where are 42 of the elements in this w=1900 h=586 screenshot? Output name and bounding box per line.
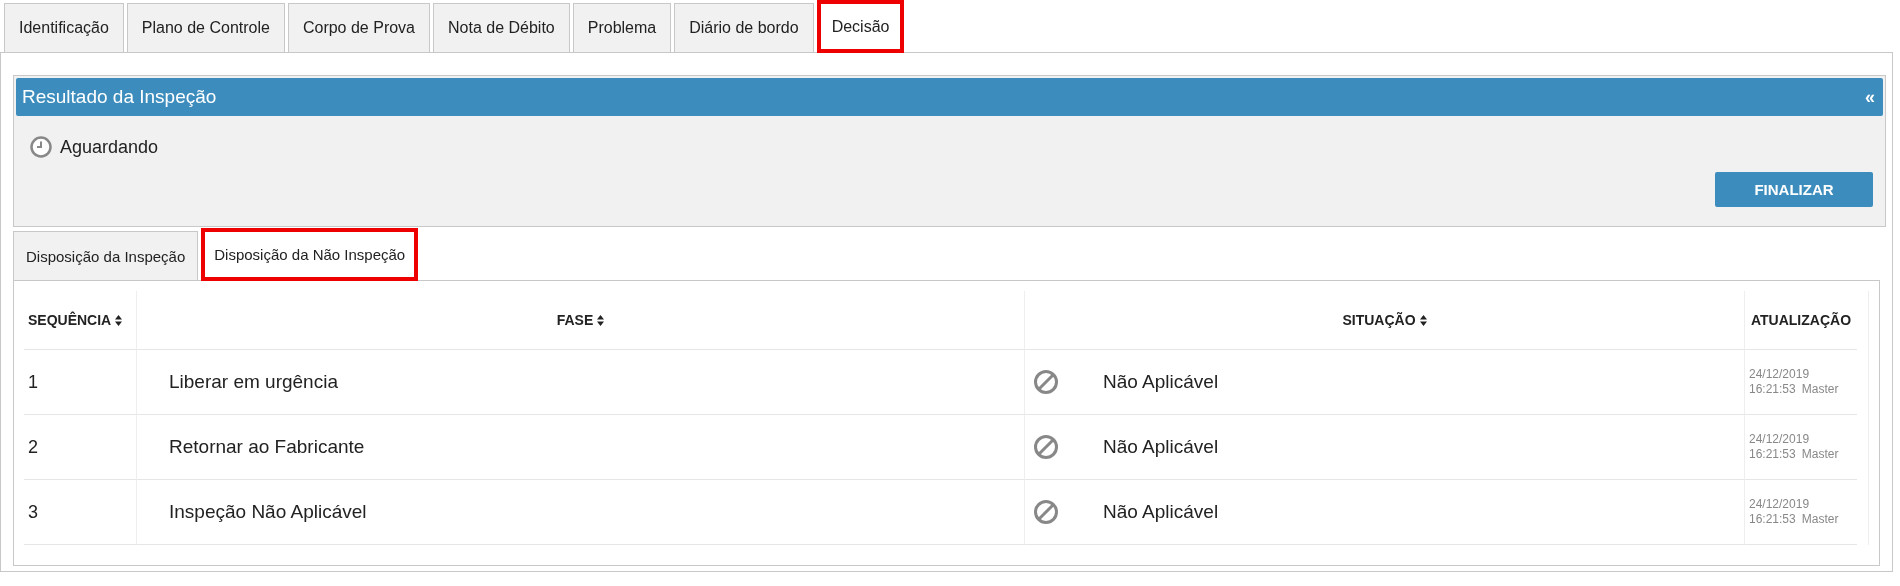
- update-user: Master: [1801, 512, 1839, 527]
- table-cell: Liberar em urgência: [169, 371, 338, 393]
- tab[interactable]: Problema: [572, 3, 672, 53]
- update-date: 24/12/2019: [1749, 367, 1811, 382]
- tab[interactable]: Corpo de Prova: [287, 3, 430, 53]
- column-header[interactable]: SEQUÊNCIA: [24, 291, 136, 350]
- column-header[interactable]: FASE: [136, 291, 1024, 350]
- table-cell: 1: [28, 371, 38, 393]
- tab[interactable]: Diário de bordo: [674, 3, 814, 53]
- prohibited-icon: [1033, 369, 1059, 395]
- tab[interactable]: Identificação: [4, 3, 124, 53]
- sort-icon[interactable]: [115, 314, 123, 326]
- update-date: 24/12/2019: [1749, 432, 1811, 447]
- update-date: 24/12/2019: [1749, 497, 1811, 512]
- table-cell: Não Aplicável: [1103, 436, 1219, 458]
- update-time: 16:21:53: [1749, 512, 1796, 527]
- clock-icon: [30, 136, 52, 158]
- table-cell: 3: [28, 501, 38, 523]
- table-cell: Inspeção Não Aplicável: [169, 501, 367, 523]
- tab[interactable]: Nota de Débito: [433, 3, 570, 53]
- tab[interactable]: Disposição da Inspeção: [13, 231, 199, 281]
- panel-title: Resultado da Inspeção: [22, 86, 217, 108]
- table-cell: 2: [28, 436, 38, 458]
- collapse-button[interactable]: «: [1865, 86, 1875, 108]
- update-user: Master: [1801, 447, 1839, 462]
- table-cell: Não Aplicável: [1103, 371, 1219, 393]
- finalize-button[interactable]: FINALIZAR: [1715, 172, 1873, 207]
- table-cell: Não Aplicável: [1103, 501, 1219, 523]
- tab[interactable]: Disposição da Não Inspeção: [201, 228, 419, 281]
- column-header[interactable]: SITUAÇÃO: [1024, 291, 1744, 350]
- update-user: Master: [1801, 382, 1839, 397]
- sort-icon[interactable]: [1419, 314, 1427, 326]
- status-text: Aguardando: [60, 136, 159, 158]
- sort-icon[interactable]: [597, 314, 605, 326]
- prohibited-icon: [1033, 434, 1059, 460]
- tab[interactable]: Decisão: [816, 0, 905, 53]
- update-time: 16:21:53: [1749, 382, 1796, 397]
- column-header[interactable]: ATUALIZAÇÃO: [1744, 291, 1857, 350]
- update-time: 16:21:53: [1749, 447, 1796, 462]
- table-cell: Retornar ao Fabricante: [169, 436, 365, 458]
- prohibited-icon: [1033, 499, 1059, 525]
- tab[interactable]: Plano de Controle: [126, 3, 285, 53]
